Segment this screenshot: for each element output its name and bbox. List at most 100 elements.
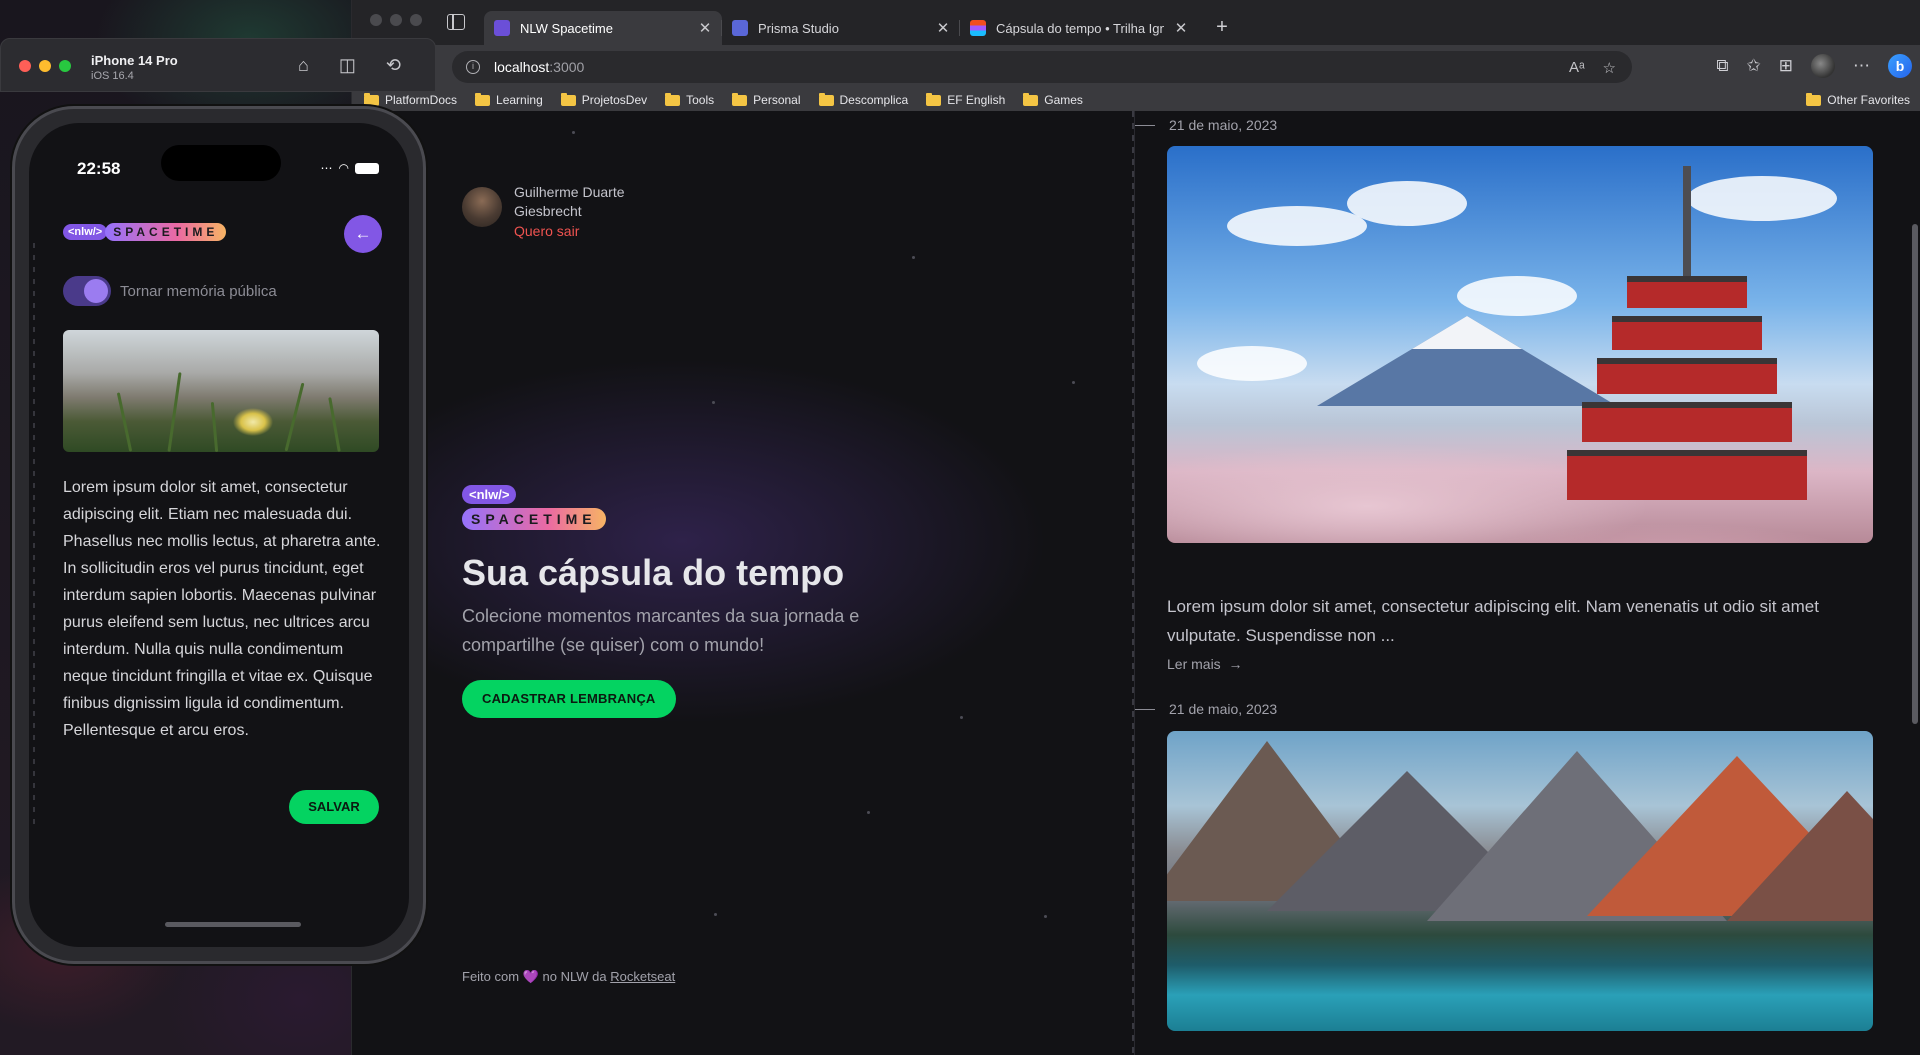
status-clock: 22:58: [77, 159, 121, 178]
address-toolbar: i localhost:3000 Aᵃ ☆ ⧉ ✩ ⊞ ⋯ b: [352, 45, 1920, 89]
status-icons: ⋯ ◠: [321, 161, 379, 175]
cloud: [1457, 276, 1577, 316]
favorites-icon[interactable]: ✩: [1747, 56, 1761, 76]
minimize-window-button[interactable]: [390, 14, 402, 26]
memory-excerpt: Lorem ipsum dolor sit amet, consectetur …: [1167, 597, 1819, 645]
page-subtitle: Colecione momentos marcantes da sua jorn…: [462, 606, 860, 655]
bookmark-folder[interactable]: PlatformDocs: [364, 92, 457, 107]
folder-icon: [926, 92, 942, 106]
logout-link[interactable]: Quero sair: [514, 221, 634, 241]
minimize-simulator-button[interactable]: [39, 60, 51, 72]
simulator-window-controls: [19, 60, 71, 72]
bookmark-folder[interactable]: Descomplica: [818, 92, 908, 107]
star-dot: [912, 256, 915, 259]
star-dot: [572, 131, 575, 134]
cloud: [1197, 346, 1307, 381]
star-dot: [1072, 381, 1075, 384]
collections-icon[interactable]: ⊞: [1779, 56, 1793, 76]
mountain-peak: [1727, 791, 1873, 921]
star-dot: [867, 811, 870, 814]
tab-title: NLW Spacetime: [520, 20, 613, 36]
tab-strip: NLW Spacetime ✕ Prisma Studio ✕ Cápsula …: [484, 6, 1234, 45]
home-indicator[interactable]: [165, 922, 301, 927]
bookmark-label: Other Favorites: [1827, 93, 1910, 107]
rocketseat-link[interactable]: Rocketseat: [610, 969, 675, 984]
star-dot: [714, 913, 717, 916]
rotate-icon[interactable]: ⟲: [386, 55, 401, 76]
close-simulator-button[interactable]: [19, 60, 31, 72]
page-scrollbar[interactable]: [1912, 224, 1918, 724]
new-tab-icon[interactable]: +: [1210, 16, 1234, 45]
register-memory-button[interactable]: CADASTRAR LEMBRANÇA: [462, 680, 676, 718]
close-window-button[interactable]: [370, 14, 382, 26]
memory-date: 21 de maio, 2023: [1135, 701, 1277, 717]
public-memory-toggle[interactable]: [63, 276, 111, 306]
tab-bar: NLW Spacetime ✕ Prisma Studio ✕ Cápsula …: [352, 0, 1920, 45]
home-icon[interactable]: ⌂: [298, 55, 309, 76]
grass-blade: [116, 392, 133, 452]
url-bar-actions: Aᵃ ☆: [1569, 59, 1616, 77]
read-more-label: Ler mais: [1167, 656, 1221, 672]
close-tab-icon[interactable]: ✕: [698, 19, 712, 37]
maximize-window-button[interactable]: [410, 14, 422, 26]
phone-screen: 22:58 ⋯ ◠ <nlw/> SPACETIME ← Tornar memó…: [29, 123, 409, 947]
bookmark-folder[interactable]: Learning: [475, 92, 543, 107]
site-info-icon[interactable]: i: [466, 60, 480, 74]
memory-date: 21 de maio, 2023: [1135, 117, 1277, 133]
simulator-os-version: iOS 16.4: [91, 70, 134, 82]
memory-cover-image[interactable]: [63, 330, 379, 452]
cloud: [1227, 206, 1367, 246]
folder-icon: [665, 92, 681, 106]
save-button[interactable]: SALVAR: [289, 790, 379, 824]
web-page: Guilherme Duarte Giesbrecht Quero sair <…: [352, 111, 1920, 1055]
logo-spacetime: SPACETIME: [462, 508, 606, 530]
bookmark-label: Learning: [496, 93, 543, 107]
simulator-device-name: iPhone 14 Pro: [91, 53, 178, 68]
pagoda-tier: [1597, 358, 1777, 394]
spacetime-logo: <nlw/> SPACETIME: [462, 485, 606, 530]
tab-nlw-spacetime[interactable]: NLW Spacetime ✕: [484, 11, 722, 45]
grass-blade: [284, 382, 305, 452]
iphone-frame: 22:58 ⋯ ◠ <nlw/> SPACETIME ← Tornar memó…: [12, 106, 426, 964]
tab-capsula-do-tempo[interactable]: Cápsula do tempo • Trilha Ignit ✕: [959, 11, 1198, 45]
vertical-tabs-icon[interactable]: [447, 14, 465, 30]
read-aloud-icon[interactable]: Aᵃ: [1569, 59, 1585, 77]
bookmark-folder[interactable]: EF English: [926, 92, 1006, 107]
bookmark-folder[interactable]: Personal: [732, 92, 801, 107]
arrow-left-icon: ←: [354, 224, 372, 243]
add-favorite-icon[interactable]: ☆: [1603, 59, 1616, 77]
browser-toolbar: ⧉ ✩ ⊞ ⋯ b: [1716, 54, 1912, 78]
grass-blade: [210, 401, 219, 452]
bing-copilot-icon[interactable]: b: [1888, 54, 1912, 78]
bookmark-label: EF English: [947, 93, 1006, 107]
memories-feed: 21 de maio, 2023 Lorem ipsum dolor sit a…: [1135, 111, 1920, 1055]
mountain-snowcap: [1412, 316, 1522, 349]
bookmark-folder[interactable]: ProjetosDev: [560, 92, 648, 107]
profile-avatar[interactable]: [1811, 54, 1835, 78]
maximize-simulator-button[interactable]: [59, 60, 71, 72]
tab-prisma-studio[interactable]: Prisma Studio ✕: [721, 11, 960, 45]
pagoda-tier: [1567, 450, 1807, 500]
other-favorites-folder[interactable]: Other Favorites: [1806, 92, 1910, 107]
avatar: [462, 187, 502, 227]
close-tab-icon[interactable]: ✕: [936, 19, 950, 37]
bookmark-label: Personal: [753, 93, 801, 107]
extensions-icon[interactable]: ⧉: [1716, 56, 1728, 76]
back-button[interactable]: ←: [344, 215, 382, 253]
bookmark-label: ProjetosDev: [581, 93, 648, 107]
url-bar[interactable]: i localhost:3000 Aᵃ ☆: [452, 51, 1632, 83]
bookmark-folder[interactable]: Games: [1023, 92, 1083, 107]
page-title: Sua cápsula do tempo: [462, 552, 845, 593]
bookmarks-bar: PlatformDocs Learning ProjetosDev Tools …: [352, 89, 1920, 111]
read-more-link[interactable]: Ler mais →: [1167, 656, 1242, 672]
star-dot: [712, 401, 715, 404]
close-tab-icon[interactable]: ✕: [1174, 19, 1188, 37]
user-name: Guilherme Duarte Giesbrecht: [514, 184, 625, 219]
cloud: [1347, 181, 1467, 226]
logo-nlw: <nlw/>: [462, 485, 517, 504]
screenshot-icon[interactable]: ◫: [339, 55, 356, 76]
url-port: :3000: [549, 59, 585, 75]
more-menu-icon[interactable]: ⋯: [1853, 56, 1870, 76]
memory-content-textarea[interactable]: Lorem ipsum dolor sit amet, consectetur …: [63, 474, 385, 744]
bookmark-folder[interactable]: Tools: [665, 92, 714, 107]
